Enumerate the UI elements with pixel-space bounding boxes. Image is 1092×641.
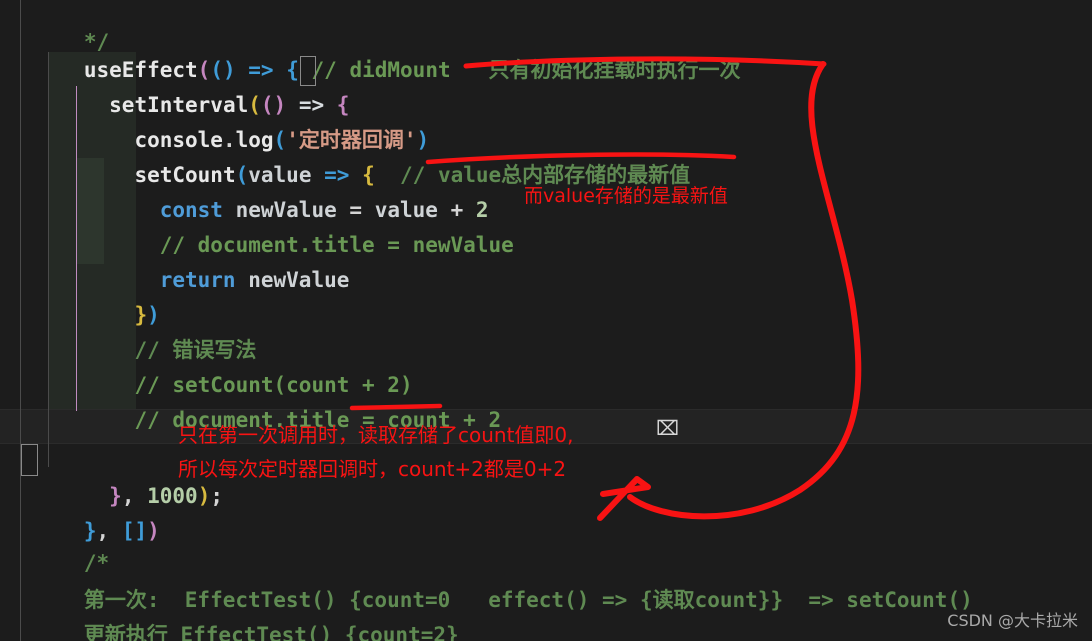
- code-line-19[interactable]: */: [0, 614, 1092, 641]
- code-line-10[interactable]: // 错误写法: [0, 298, 1092, 362]
- screenshot-root: */ useEffect(() => { // didMount 只有初始化挂载…: [0, 0, 1092, 641]
- code-line-4[interactable]: console.log('定时器回调'): [0, 88, 1092, 152]
- code-line-8[interactable]: return newValue: [0, 228, 1092, 292]
- annotation-note-2: 只在第一次调用时，读取存储了count值即0,: [178, 423, 574, 447]
- code-line-11[interactable]: // setCount(count + 2): [0, 333, 1092, 397]
- annotation-note-3: 所以每次定时器回调时，count+2都是0+2: [178, 457, 567, 481]
- mouse-ibeam-cursor: ⌧: [656, 416, 680, 440]
- code-editor[interactable]: */ useEffect(() => { // didMount 只有初始化挂载…: [0, 0, 1092, 641]
- csdn-watermark: CSDN @大卡拉米: [947, 611, 1078, 630]
- code-line-15[interactable]: }, []): [0, 479, 1092, 543]
- annotation-note-1: 而value存储的是最新值: [524, 185, 728, 207]
- bracket-match-close: [21, 444, 38, 476]
- code-line-2[interactable]: useEffect(() => { // didMount 只有初始化挂载时执行…: [0, 18, 1092, 82]
- code-line-18[interactable]: 更新执行 EffectTest() {count=2}: [0, 583, 1092, 641]
- code-line-9[interactable]: }): [0, 263, 1092, 327]
- code-line-5[interactable]: setCount(value => { // value总内部存储的最新值: [0, 123, 1092, 187]
- code-line-17[interactable]: 第一次: EffectTest() {count=0 effect() => {…: [0, 548, 1092, 612]
- code-line-16[interactable]: /*: [0, 511, 1092, 575]
- code-line-3[interactable]: setInterval(() => {: [0, 53, 1092, 117]
- bracket-match-open: [300, 56, 316, 86]
- code-line-12[interactable]: // document.title = count + 2: [0, 368, 1092, 432]
